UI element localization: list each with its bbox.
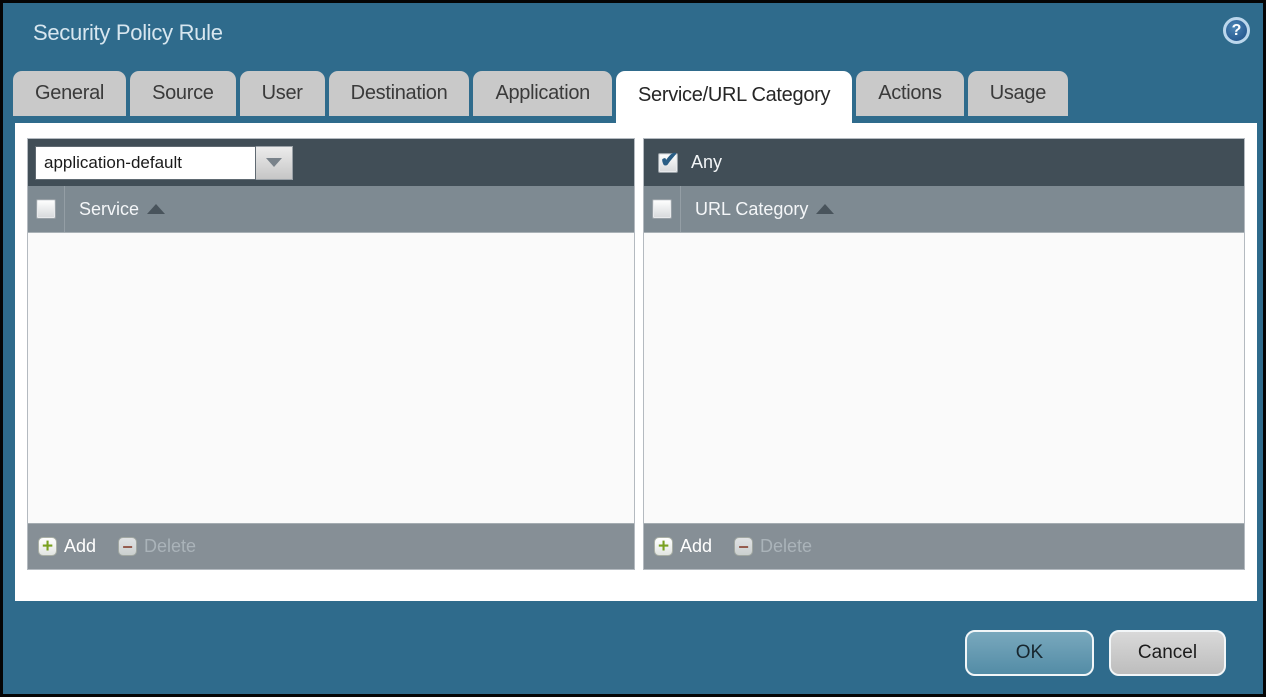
service-select-all-checkbox[interactable] (36, 199, 56, 219)
delete-minus-icon: − (118, 537, 137, 556)
url-category-select-all-cell (644, 186, 681, 232)
url-category-delete-button[interactable]: − Delete (734, 536, 812, 557)
tab-destination[interactable]: Destination (329, 71, 470, 116)
service-column-title[interactable]: Service (79, 199, 165, 220)
service-list[interactable] (28, 233, 634, 523)
tab-user[interactable]: User (240, 71, 325, 116)
cancel-button[interactable]: Cancel (1109, 630, 1226, 676)
url-category-column-header: URL Category (644, 186, 1244, 233)
sort-ascending-icon (816, 204, 834, 214)
service-type-input[interactable] (35, 146, 256, 180)
ok-button[interactable]: OK (965, 630, 1094, 676)
service-select-all-cell (28, 186, 65, 232)
tab-service-url-category[interactable]: Service/URL Category (616, 71, 852, 123)
service-type-combobox (35, 146, 293, 180)
service-panel: Service + Add − Delete (27, 138, 635, 570)
tab-source[interactable]: Source (130, 71, 236, 116)
help-icon[interactable]: ? (1223, 17, 1250, 44)
url-category-list[interactable] (644, 233, 1244, 523)
service-toolbar: + Add − Delete (28, 523, 634, 569)
url-category-panel: ✔ Any URL Category + Add (643, 138, 1245, 570)
add-plus-icon: + (654, 537, 673, 556)
tab-actions[interactable]: Actions (856, 71, 964, 116)
service-add-button[interactable]: + Add (38, 536, 96, 557)
url-category-select-all-checkbox[interactable] (652, 199, 672, 219)
url-category-column-title[interactable]: URL Category (695, 199, 834, 220)
add-button-label: Add (64, 536, 96, 557)
service-column-label: Service (79, 199, 139, 220)
url-category-panel-header: ✔ Any (644, 139, 1244, 186)
tab-application[interactable]: Application (473, 71, 612, 116)
any-label: Any (691, 152, 722, 173)
url-category-add-button[interactable]: + Add (654, 536, 712, 557)
delete-button-label: Delete (760, 536, 812, 557)
url-category-column-label: URL Category (695, 199, 808, 220)
chevron-down-icon (266, 158, 282, 167)
security-policy-rule-dialog: Security Policy Rule ? General Source Us… (0, 0, 1266, 697)
add-button-label: Add (680, 536, 712, 557)
dialog-title: Security Policy Rule (33, 20, 223, 46)
tab-content-area: Service + Add − Delete ✔ (15, 123, 1257, 601)
service-column-header: Service (28, 186, 634, 233)
service-panel-header (28, 139, 634, 186)
delete-minus-icon: − (734, 537, 753, 556)
tab-usage[interactable]: Usage (968, 71, 1068, 116)
tab-bar: General Source User Destination Applicat… (13, 71, 1068, 123)
tab-general[interactable]: General (13, 71, 126, 116)
service-type-dropdown-button[interactable] (256, 146, 293, 180)
check-icon: ✔ (660, 147, 678, 173)
sort-ascending-icon (147, 204, 165, 214)
delete-button-label: Delete (144, 536, 196, 557)
add-plus-icon: + (38, 537, 57, 556)
service-delete-button[interactable]: − Delete (118, 536, 196, 557)
url-category-toolbar: + Add − Delete (644, 523, 1244, 569)
any-checkbox[interactable]: ✔ (658, 153, 678, 173)
